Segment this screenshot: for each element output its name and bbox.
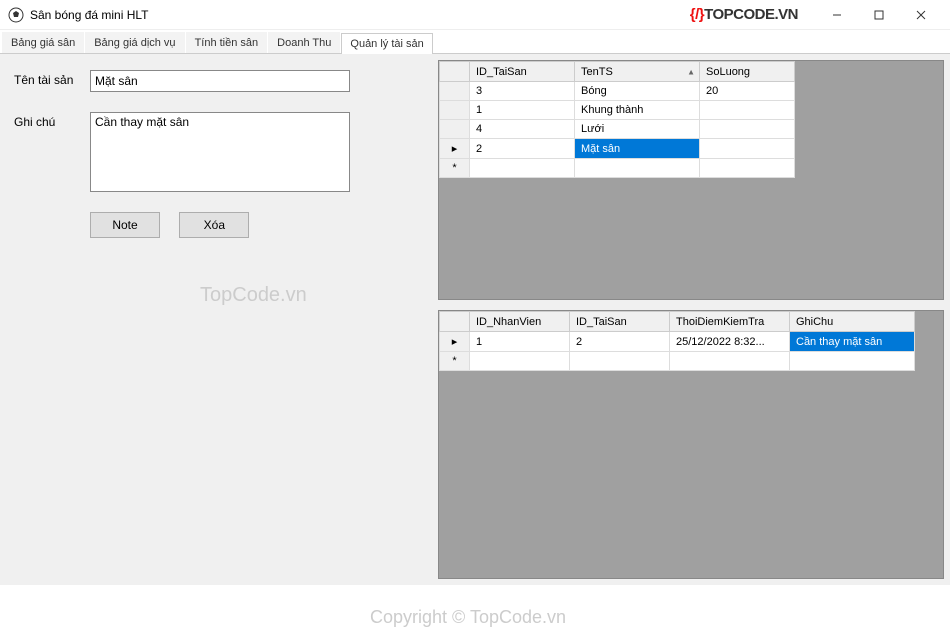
row-header-corner [440,312,470,332]
tab-content: Tên tài sản Ghi chú Note Xóa TopCode.vn … [0,54,950,585]
checks-grid[interactable]: ID_NhanVien ID_TaiSan ThoiDiemKiemTra Gh… [439,311,915,371]
cell-id_nhanvien[interactable] [470,352,570,371]
cell-id_taisan[interactable]: 2 [470,139,575,159]
tab-quan-ly-tai-san[interactable]: Quản lý tài sản [341,33,432,54]
titlebar: Sân bóng đá mini HLT {/}TOPCODE.VN [0,0,950,30]
asset-name-input[interactable] [90,70,350,92]
cell-soluong[interactable] [700,120,795,139]
cell-id_nhanvien[interactable]: 1 [470,332,570,352]
tab-tinh-tien-san[interactable]: Tính tiền sân [186,32,268,53]
grids-panel: ID_TaiSan TenTS▲ SoLuong 3Bóng201Khung t… [438,60,944,579]
table-row[interactable]: 3Bóng20 [440,82,795,101]
cell-id_taisan[interactable] [570,352,670,371]
col-soluong[interactable]: SoLuong [700,62,795,82]
watermark-1: TopCode.vn [200,284,307,307]
table-row[interactable]: ▸2Mặt sân [440,139,795,159]
app-icon [8,7,24,23]
form-panel: Tên tài sản Ghi chú Note Xóa TopCode.vn [0,54,430,585]
table-row[interactable]: 1Khung thành [440,101,795,120]
row-header-corner [440,62,470,82]
row-marker: * [440,352,470,371]
note-textarea[interactable] [90,112,350,192]
cell-thoidiemkiemtra[interactable] [670,352,790,371]
row-marker [440,101,470,120]
asset-name-label: Tên tài sản [14,70,90,87]
col-id-taisan2[interactable]: ID_TaiSan [570,312,670,332]
cell-tents[interactable]: Bóng [575,82,700,101]
cell-id_taisan[interactable] [470,159,575,178]
note-label: Ghi chú [14,112,90,129]
table-row[interactable]: 4Lưới [440,120,795,139]
tab-bang-gia-dich-vu[interactable]: Bảng giá dịch vụ [85,32,184,53]
sort-asc-icon: ▲ [687,67,695,76]
cell-thoidiemkiemtra[interactable]: 25/12/2022 8:32... [670,332,790,352]
delete-button[interactable]: Xóa [179,212,249,238]
col-tents[interactable]: TenTS▲ [575,62,700,82]
col-id-nhanvien[interactable]: ID_NhanVien [470,312,570,332]
close-button[interactable] [900,1,942,29]
cell-id_taisan[interactable]: 4 [470,120,575,139]
table-row[interactable]: * [440,352,915,371]
cell-tents[interactable]: Mặt sân [575,139,700,159]
cell-id_taisan[interactable]: 2 [570,332,670,352]
cell-tents[interactable]: Lưới [575,120,700,139]
cell-ghichu[interactable]: Cần thay mặt sân [790,332,915,352]
cell-tents[interactable] [575,159,700,178]
cell-tents[interactable]: Khung thành [575,101,700,120]
row-marker [440,82,470,101]
col-ghichu[interactable]: GhiChu [790,312,915,332]
note-button[interactable]: Note [90,212,160,238]
cell-soluong[interactable] [700,101,795,120]
table-row[interactable]: * [440,159,795,178]
cell-soluong[interactable] [700,159,795,178]
cell-id_taisan[interactable]: 1 [470,101,575,120]
cell-soluong[interactable] [700,139,795,159]
maximize-button[interactable] [858,1,900,29]
assets-grid[interactable]: ID_TaiSan TenTS▲ SoLuong 3Bóng201Khung t… [439,61,795,178]
table-row[interactable]: ▸1225/12/2022 8:32...Cần thay mặt sân [440,332,915,352]
tab-doanh-thu[interactable]: Doanh Thu [268,32,340,53]
cell-id_taisan[interactable]: 3 [470,82,575,101]
tab-bang-gia-san[interactable]: Bảng giá sân [2,32,84,53]
minimize-button[interactable] [816,1,858,29]
row-marker: * [440,159,470,178]
cell-ghichu[interactable] [790,352,915,371]
row-marker: ▸ [440,332,470,352]
row-marker [440,120,470,139]
assets-grid-container: ID_TaiSan TenTS▲ SoLuong 3Bóng201Khung t… [438,60,944,300]
col-thoidiemkiemtra[interactable]: ThoiDiemKiemTra [670,312,790,332]
tabs-bar: Bảng giá sân Bảng giá dịch vụ Tính tiền … [0,30,950,54]
brand-logo: {/}TOPCODE.VN [690,6,798,23]
watermark-2: Copyright © TopCode.vn [370,607,566,628]
cell-soluong[interactable]: 20 [700,82,795,101]
row-marker: ▸ [440,139,470,159]
col-id-taisan[interactable]: ID_TaiSan [470,62,575,82]
window-controls [816,1,942,29]
checks-grid-container: ID_NhanVien ID_TaiSan ThoiDiemKiemTra Gh… [438,310,944,579]
window-title: Sân bóng đá mini HLT [30,8,149,22]
